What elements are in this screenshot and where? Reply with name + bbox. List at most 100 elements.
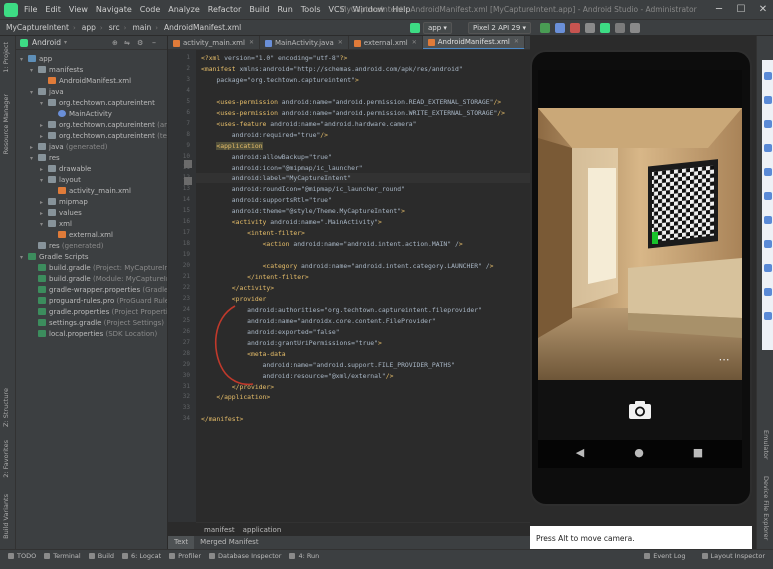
tool-window-button[interactable]: Terminal [44, 552, 81, 560]
device-select[interactable]: Pixel 2 API 29 ▾ [468, 22, 532, 34]
close-icon[interactable]: ✕ [756, 3, 770, 17]
chevron-down-icon[interactable]: ▾ [30, 87, 38, 98]
screenshot-icon[interactable] [764, 192, 772, 200]
device-file-explorer-tab[interactable]: Device File Explorer [762, 476, 770, 540]
tool-window-button[interactable]: 4: Run [289, 552, 319, 560]
close-icon[interactable]: ✕ [412, 36, 417, 49]
chevron-down-icon[interactable]: ▾ [40, 219, 48, 230]
chevron-down-icon[interactable]: ▾ [20, 252, 28, 263]
project-tool-tab[interactable]: 1: Project [2, 42, 10, 73]
breadcrumb-item[interactable]: MyCaptureIntent [6, 23, 69, 32]
close-icon[interactable]: ✕ [514, 36, 519, 49]
chevron-right-icon[interactable]: ▸ [40, 164, 48, 175]
menu-item-tools[interactable]: Tools [301, 5, 321, 14]
chevron-right-icon[interactable]: ▸ [30, 142, 38, 153]
tool-window-button[interactable]: Layout Inspector [701, 552, 765, 560]
tool-window-button[interactable]: TODO [8, 552, 36, 560]
camera-icon[interactable] [626, 398, 654, 422]
tree-item[interactable]: res (generated) [16, 241, 104, 252]
image-preview-icon[interactable] [184, 160, 192, 168]
chevron-down-icon[interactable]: ▾ [30, 153, 38, 164]
rotate-right-icon[interactable] [764, 168, 772, 176]
breadcrumb-item[interactable]: main [132, 23, 151, 32]
tree-item[interactable]: ▸ values [16, 208, 82, 219]
chevron-right-icon[interactable]: ▸ [40, 197, 48, 208]
back-icon[interactable]: ◀ [572, 446, 588, 459]
avd-manager-icon[interactable] [600, 23, 610, 33]
emulator-tab[interactable]: Emulator [762, 430, 770, 460]
menu-item-analyze[interactable]: Analyze [168, 5, 200, 14]
tree-item[interactable]: ▸ mipmap [16, 197, 88, 208]
tree-item[interactable]: ▾ org.techtown.captureintent [16, 98, 155, 109]
tree-item[interactable]: ▾ app [16, 54, 52, 65]
tree-item[interactable]: settings.gradle (Project Settings) [16, 318, 164, 329]
chevron-down-icon[interactable]: ▾ [40, 175, 48, 186]
hide-icon[interactable]: – [152, 38, 156, 47]
camera-preview[interactable] [538, 108, 742, 380]
tree-item[interactable]: activity_main.xml [16, 186, 131, 197]
maximize-icon[interactable]: ☐ [734, 3, 748, 17]
recents-icon[interactable]: ■ [690, 446, 706, 459]
close-icon[interactable]: ✕ [338, 36, 343, 49]
run-icon[interactable] [540, 23, 550, 33]
tool-window-button[interactable]: Database Inspector [209, 552, 281, 560]
chevron-down-icon[interactable]: ▾ [40, 98, 48, 109]
tree-item[interactable]: ▾ manifests [16, 65, 83, 76]
tree-item[interactable]: MainActivity [16, 109, 112, 120]
chevron-right-icon[interactable]: ▸ [40, 131, 48, 142]
debug-icon[interactable] [555, 23, 565, 33]
tree-item[interactable]: ▸ drawable [16, 164, 91, 175]
editor-tab[interactable]: AndroidManifest.xml ✕ [422, 36, 525, 49]
menu-item-refactor[interactable]: Refactor [208, 5, 242, 14]
build-variants-tab[interactable]: Build Variants [2, 494, 10, 539]
tool-window-button[interactable]: 6: Logcat [122, 552, 161, 560]
chevron-down-icon[interactable]: ▾ [20, 54, 28, 65]
tree-item[interactable]: ▾ java [16, 87, 64, 98]
menu-item-file[interactable]: File [24, 5, 37, 14]
menu-item-edit[interactable]: Edit [45, 5, 61, 14]
tree-item[interactable]: external.xml [16, 230, 113, 241]
editor-tab[interactable]: activity_main.xml ✕ [168, 36, 260, 49]
chevron-down-icon[interactable]: ▾ [64, 39, 67, 46]
search-icon[interactable] [630, 23, 640, 33]
stop-icon[interactable] [570, 23, 580, 33]
home-button-icon[interactable] [764, 264, 772, 272]
rotate-left-icon[interactable] [764, 144, 772, 152]
run-config-select[interactable]: app ▾ [423, 22, 452, 34]
tree-item[interactable]: ▾ Gradle Scripts [16, 252, 88, 263]
tree-item[interactable]: ▸ java (generated) [16, 142, 108, 153]
chevron-right-icon[interactable]: ▸ [40, 120, 48, 131]
chevron-down-icon[interactable]: ▾ [30, 65, 38, 76]
editor-tab[interactable]: MainActivity.java ✕ [260, 36, 349, 49]
tree-item[interactable]: local.properties (SDK Location) [16, 329, 157, 340]
chevron-right-icon[interactable]: ▸ [40, 208, 48, 219]
resource-manager-tab[interactable]: Resource Manager [2, 94, 10, 154]
zoom-icon[interactable] [764, 216, 772, 224]
sync-icon[interactable] [585, 23, 595, 33]
more-vert-icon[interactable]: ⋯ [712, 353, 736, 367]
close-icon[interactable]: ✕ [249, 36, 254, 49]
minimize-icon[interactable]: ─ [712, 3, 726, 17]
overview-button-icon[interactable] [764, 288, 772, 296]
tab-merged-manifest[interactable]: Merged Manifest [194, 536, 264, 549]
menu-item-navigate[interactable]: Navigate [96, 5, 132, 14]
project-view-select[interactable]: Android [32, 38, 61, 47]
editor-breadcrumb-item[interactable]: application [243, 526, 282, 534]
locate-icon[interactable]: ⊕ [112, 39, 118, 47]
tool-window-button[interactable]: Profiler [169, 552, 201, 560]
editor-breadcrumb-item[interactable]: manifest [204, 526, 235, 534]
tree-item[interactable]: ▾ layout [16, 175, 81, 186]
tree-item[interactable]: ▸ org.techtown.captureintent (androidT [16, 120, 167, 131]
tree-item[interactable]: build.gradle (Project: MyCaptureIntent) [16, 263, 167, 274]
tree-item[interactable]: proguard-rules.pro (ProGuard Rules for M [16, 296, 167, 307]
editor-tab[interactable]: external.xml ✕ [349, 36, 423, 49]
sdk-manager-icon[interactable] [615, 23, 625, 33]
menu-item-build[interactable]: Build [249, 5, 269, 14]
tree-item[interactable]: ▾ res [16, 153, 60, 164]
tree-item[interactable]: build.gradle (Module: MyCaptureIntent.a [16, 274, 167, 285]
power-icon[interactable] [764, 72, 772, 80]
tree-item[interactable]: ▸ org.techtown.captureintent (test) [16, 131, 167, 142]
tool-window-button[interactable]: Build [88, 552, 114, 560]
tree-item[interactable]: AndroidManifest.xml [16, 76, 131, 87]
favorites-tab[interactable]: 2: Favorites [2, 440, 10, 478]
